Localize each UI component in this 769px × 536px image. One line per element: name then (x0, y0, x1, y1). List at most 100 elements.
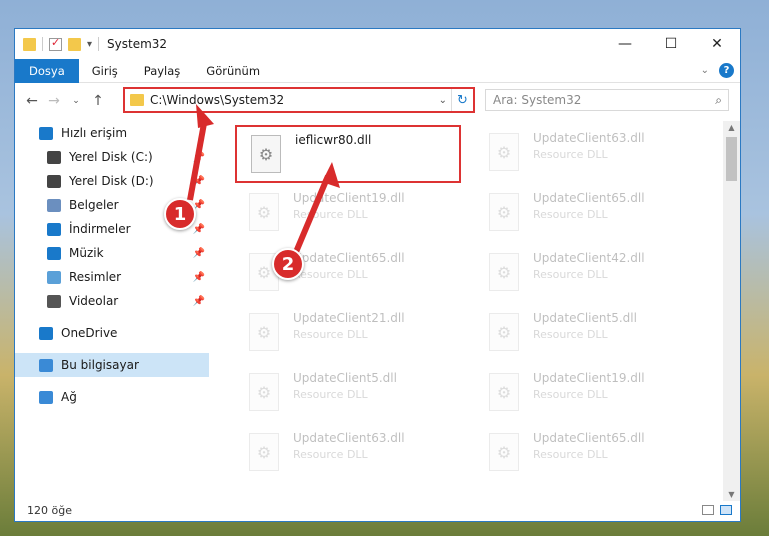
file-name: UpdateClient65.dll (293, 251, 405, 265)
sidebar-item[interactable]: Ağ (15, 385, 209, 409)
computer-icon (39, 358, 53, 372)
file-meta: UpdateClient5.dll Resource DLL (293, 371, 397, 401)
navigation-bar: ← → ⌄ ↑ C:\Windows\System32 ⌄ ↻ Ara: Sys… (15, 83, 740, 119)
file-name: ieflicwr80.dll (295, 133, 372, 147)
divider (98, 37, 100, 51)
address-bar[interactable]: C:\Windows\System32 ⌄ ↻ (123, 87, 475, 113)
close-button[interactable]: ✕ (694, 29, 740, 59)
sidebar-item[interactable]: Resimler 📌 (15, 265, 209, 289)
cloud-icon (39, 326, 53, 340)
address-dropdown-icon[interactable]: ⌄ (439, 95, 447, 106)
file-name: UpdateClient19.dll (533, 371, 645, 385)
help-icon[interactable]: ? (719, 63, 734, 78)
file-tile[interactable]: ⚙ UpdateClient19.dll Resource DLL (475, 365, 701, 421)
file-tile[interactable]: ⚙ UpdateClient63.dll Resource DLL (235, 425, 461, 481)
file-type: Resource DLL (533, 268, 608, 281)
customize-qat-icon[interactable]: ▾ (87, 39, 92, 50)
file-meta: UpdateClient21.dll Resource DLL (293, 311, 405, 341)
file-type: Resource DLL (293, 448, 368, 461)
scroll-up-icon[interactable]: ▲ (723, 123, 740, 132)
vertical-scrollbar[interactable]: ▲ ▼ (723, 121, 740, 501)
window-controls: — ☐ ✕ (602, 29, 740, 59)
file-tile[interactable]: ⚙ UpdateClient63.dll Resource DLL (475, 125, 701, 181)
pin-icon[interactable]: 📌 (193, 296, 205, 307)
sidebar-item-label: Belgeler (69, 198, 119, 212)
file-tile[interactable]: ⚙ UpdateClient5.dll Resource DLL (475, 305, 701, 361)
address-path[interactable]: C:\Windows\System32 (150, 93, 284, 107)
pin-icon[interactable]: 📌 (193, 176, 205, 187)
tab-view[interactable]: Görünüm (193, 59, 273, 83)
expand-ribbon-icon[interactable]: ⌄ (701, 65, 709, 76)
file-tile[interactable]: ⚙ UpdateClient5.dll Resource DLL (235, 365, 461, 421)
properties-icon[interactable] (49, 36, 62, 51)
music-icon (47, 246, 61, 260)
file-tile[interactable]: ⚙ UpdateClient65.dll Resource DLL (235, 245, 461, 301)
divider (42, 37, 43, 51)
scroll-down-icon[interactable]: ▼ (723, 490, 740, 499)
sidebar-item[interactable]: Videolar 📌 (15, 289, 209, 313)
sidebar-item-label: Yerel Disk (D:) (69, 174, 154, 188)
file-type: Resource DLL (533, 208, 608, 221)
star-icon (39, 126, 53, 140)
file-name: UpdateClient65.dll (533, 191, 645, 205)
file-tile[interactable]: ⚙ UpdateClient65.dll Resource DLL (475, 425, 701, 481)
maximize-button[interactable]: ☐ (648, 29, 694, 59)
dll-file-icon: ⚙ (251, 135, 281, 173)
recent-locations-button[interactable]: ⌄ (65, 96, 87, 106)
file-name: UpdateClient5.dll (533, 311, 637, 325)
new-folder-icon[interactable] (68, 37, 81, 51)
pin-icon[interactable]: 📌 (193, 248, 205, 259)
file-type: Resource DLL (293, 388, 368, 401)
sidebar-item-label: Bu bilgisayar (61, 358, 139, 372)
pin-icon[interactable]: 📌 (193, 272, 205, 283)
forward-button[interactable]: → (43, 93, 65, 109)
sidebar-item-label: Yerel Disk (C:) (69, 150, 153, 164)
search-input[interactable]: Ara: System32 ⌕ (485, 89, 729, 111)
folder-icon[interactable] (23, 37, 36, 51)
pin-icon[interactable]: 📌 (193, 224, 205, 235)
refresh-icon[interactable]: ↻ (451, 89, 473, 111)
dll-file-icon: ⚙ (489, 373, 519, 411)
file-list: ⚙ ieflicwr80.dll ⚙ UpdateClient63.dll Resour… (221, 121, 726, 501)
search-icon[interactable]: ⌕ (715, 93, 722, 108)
file-meta: UpdateClient65.dll Resource DLL (533, 191, 645, 221)
file-type: Resource DLL (533, 148, 608, 161)
file-name: UpdateClient21.dll (293, 311, 405, 325)
minimize-button[interactable]: — (602, 29, 648, 59)
sidebar-item[interactable]: Müzik 📌 (15, 241, 209, 265)
tab-file[interactable]: Dosya (15, 58, 79, 83)
tiles-view-icon[interactable] (720, 505, 732, 515)
dll-file-icon: ⚙ (249, 373, 279, 411)
navigation-pane: Hızlı erişim Yerel Disk (C:) 📌 Yerel Disk (… (15, 121, 209, 501)
sidebar-item-label: Hızlı erişim (61, 126, 128, 140)
scroll-thumb[interactable] (726, 137, 737, 181)
tab-home[interactable]: Giriş (79, 59, 131, 83)
view-switcher (702, 505, 732, 515)
sidebar-item[interactable]: Yerel Disk (D:) 📌 (15, 169, 209, 193)
file-tile[interactable]: ⚙ UpdateClient42.dll Resource DLL (475, 245, 701, 301)
search-placeholder: Ara: System32 (493, 93, 582, 107)
file-meta: UpdateClient5.dll Resource DLL (533, 311, 637, 341)
file-meta: UpdateClient65.dll Resource DLL (533, 431, 645, 461)
details-view-icon[interactable] (702, 505, 714, 515)
file-meta: UpdateClient63.dll Resource DLL (293, 431, 405, 461)
sidebar-item[interactable]: Bu bilgisayar (15, 353, 209, 377)
file-tile[interactable]: ⚙ UpdateClient21.dll Resource DLL (235, 305, 461, 361)
up-button[interactable]: ↑ (87, 93, 109, 109)
file-tile[interactable]: ⚙ UpdateClient65.dll Resource DLL (475, 185, 701, 241)
file-type: Resource DLL (533, 388, 608, 401)
file-tile[interactable]: ⚙ UpdateClient19.dll Resource DLL (235, 185, 461, 241)
file-tile[interactable]: ⚙ ieflicwr80.dll (235, 125, 461, 183)
back-button[interactable]: ← (21, 93, 43, 109)
sidebar-item[interactable]: OneDrive (15, 321, 209, 345)
file-type: Resource DLL (293, 268, 368, 281)
drive-icon (47, 174, 61, 188)
status-bar: 120 öğe (15, 499, 740, 521)
sidebar-item[interactable]: Hızlı erişim (15, 121, 209, 145)
tab-share[interactable]: Paylaş (131, 59, 194, 83)
file-meta: UpdateClient42.dll Resource DLL (533, 251, 645, 281)
file-name: UpdateClient5.dll (293, 371, 397, 385)
pin-icon[interactable]: 📌 (193, 152, 205, 163)
sidebar-item[interactable]: Yerel Disk (C:) 📌 (15, 145, 209, 169)
dll-file-icon: ⚙ (489, 433, 519, 471)
